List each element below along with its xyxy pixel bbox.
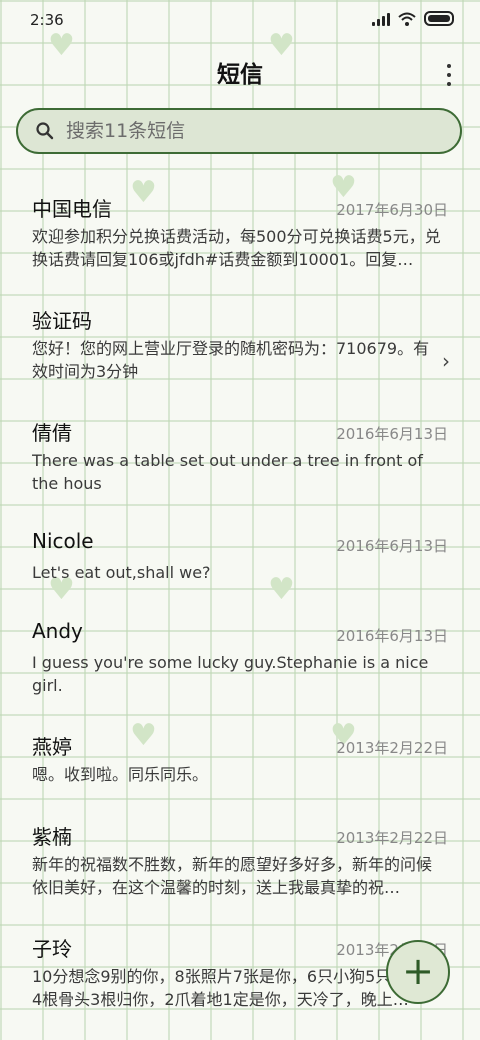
message-date: 2013年2月22日 [336,739,448,757]
message-preview: There was a table set out under a tree i… [32,451,423,493]
title-bar: 短信 [0,52,480,98]
message-preview: I guess you're some lucky guy.Stephanie … [32,653,429,695]
sender-name: Nicole [32,529,94,553]
sender-name: 倩倩 [32,421,72,445]
message-preview: 欢迎参加积分兑换话费活动，每500分可兑换话费5元，兑换话费请回复106或jfd… [32,227,441,269]
status-icons [372,11,454,26]
battery-icon [424,11,454,26]
wifi-icon [398,12,416,26]
chevron-right-icon: › [442,349,450,373]
message-list: 中国电信 2017年6月30日 欢迎参加积分兑换话费活动，每500分可兑换话费5… [0,175,480,1027]
status-time: 2:36 [30,11,64,29]
status-bar: 2:36 [0,0,480,40]
message-date: 2016年6月13日 [336,425,448,443]
message-preview: 新年的祝福数不胜数，新年的愿望好多好多，新年的问候依旧美好，在这个温馨的时刻，送… [32,855,433,897]
message-item[interactable]: 燕婷 2013年2月22日 嗯。收到啦。同乐同乐。 [0,713,480,803]
message-item[interactable]: 中国电信 2017年6月30日 欢迎参加积分兑换话费活动，每500分可兑换话费5… [0,175,480,287]
message-preview: 10分想念9别的你，8张照片7张是你，6只小狗5只是你，4根骨头3根归你，2爪着… [32,967,440,1009]
message-date: 2017年6月30日 [336,201,448,219]
message-date: 2016年6月13日 [336,627,448,645]
message-item[interactable]: Nicole 2016年6月13日 Let's eat out,shall we… [0,511,480,601]
sender-name: 燕婷 [32,735,72,759]
message-preview: 嗯。收到啦。同乐同乐。 [32,765,209,784]
sender-name: 中国电信 [32,197,112,221]
message-item[interactable]: 倩倩 2016年6月13日 There was a table set out … [0,399,480,511]
search-bar[interactable] [16,108,462,154]
message-preview: 您好！您的网上营业厅登录的随机密码为：710679。有效时间为3分钟 [32,339,430,381]
plus-icon: + [402,948,434,993]
new-message-button[interactable]: + [386,940,450,1004]
message-item[interactable]: Andy 2016年6月13日 I guess you're some luck… [0,601,480,713]
search-icon [36,122,54,140]
message-item[interactable]: 验证码 您好！您的网上营业厅登录的随机密码为：710679。有效时间为3分钟 › [0,287,480,399]
signal-icon [372,12,390,26]
sender-name: Andy [32,619,83,643]
page-title: 短信 [217,62,263,88]
search-input[interactable] [64,119,428,143]
message-item[interactable]: 紫楠 2013年2月22日 新年的祝福数不胜数，新年的愿望好多好多，新年的问候依… [0,803,480,915]
sender-name: 验证码 [32,309,92,333]
more-options-icon[interactable] [446,64,452,86]
message-preview: Let's eat out,shall we? [32,563,211,582]
sender-name: 紫楠 [32,825,72,849]
message-date: 2016年6月13日 [336,537,448,555]
sender-name: 子玲 [32,937,72,961]
message-date: 2013年2月22日 [336,829,448,847]
